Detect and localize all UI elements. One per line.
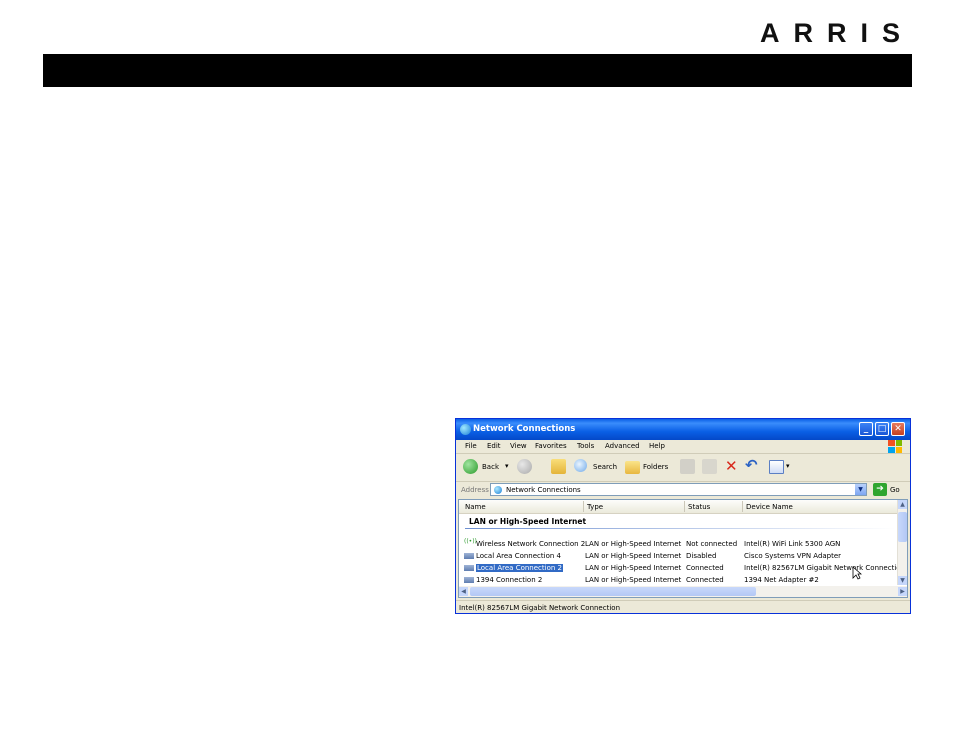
menu-favorites[interactable]: Favorites [535, 442, 567, 450]
menu-file[interactable]: File [465, 442, 477, 450]
horizontal-scrollbar[interactable]: ◀ ▶ [459, 586, 907, 597]
connection-status: Not connected [686, 540, 738, 548]
go-button[interactable]: Go [890, 486, 900, 494]
menu-help[interactable]: Help [649, 442, 665, 450]
menu-tools[interactable]: Tools [577, 442, 594, 450]
back-arrow-icon [463, 459, 478, 474]
go-arrow-icon[interactable]: ➔ [873, 483, 887, 496]
column-status[interactable]: Status [688, 503, 710, 511]
back-dropdown-icon[interactable]: ▾ [505, 462, 509, 470]
connection-status: Disabled [686, 552, 717, 560]
horizontal-scroll-thumb[interactable] [470, 587, 756, 596]
forward-button[interactable] [517, 459, 533, 475]
network-connections-icon [460, 424, 471, 435]
views-dropdown-icon: ▾ [786, 462, 790, 470]
folders-button[interactable]: Folders [625, 459, 671, 475]
menu-advanced[interactable]: Advanced [605, 442, 640, 450]
column-header: Name Type Status Device Name [459, 500, 900, 514]
windows-logo-icon [888, 440, 902, 453]
connection-type: LAN or High-Speed Internet [585, 564, 682, 572]
address-label: Address [461, 486, 489, 494]
toolbar: Back ▾ Search Folders ✕ ↶ ▾ [456, 454, 910, 482]
connection-name: Local Area Connection 2 [476, 564, 563, 572]
connection-status: Connected [686, 576, 724, 584]
column-name[interactable]: Name [465, 503, 486, 511]
connection-row[interactable]: Local Area Connection 2 LAN or High-Spee… [459, 562, 905, 574]
up-folder-icon [551, 459, 566, 474]
connection-type: LAN or High-Speed Internet [585, 540, 682, 548]
lan-icon [464, 553, 474, 559]
connection-type: LAN or High-Speed Internet [585, 576, 682, 584]
views-button[interactable]: ▾ [769, 459, 795, 475]
delete-button[interactable]: ✕ [724, 457, 738, 475]
search-label: Search [593, 463, 618, 471]
move-to-button[interactable] [680, 459, 695, 475]
column-type[interactable]: Type [587, 503, 603, 511]
vertical-scroll-thumb[interactable] [898, 512, 907, 542]
network-connections-window: Network Connections _ □ ✕ File Edit View… [455, 418, 911, 614]
back-button[interactable]: Back ▾ [463, 459, 511, 475]
close-button[interactable]: ✕ [891, 422, 905, 436]
scroll-left-icon[interactable]: ◀ [459, 587, 468, 596]
search-icon [574, 459, 587, 472]
connection-status: Connected [686, 564, 724, 572]
delete-x-icon: ✕ [725, 457, 738, 475]
search-button[interactable]: Search [574, 459, 620, 475]
column-device-name[interactable]: Device Name [746, 503, 793, 511]
connection-row[interactable]: 1394 Connection 2 LAN or High-Speed Inte… [459, 574, 900, 586]
scroll-up-icon[interactable]: ▲ [898, 500, 907, 509]
network-icon [494, 486, 502, 494]
connection-name: 1394 Connection 2 [476, 576, 543, 584]
menu-bar: File Edit View Favorites Tools Advanced … [456, 440, 910, 454]
connection-device: Intel(R) 82567LM Gigabit Network Connect… [744, 564, 905, 572]
menu-edit[interactable]: Edit [487, 442, 501, 450]
up-folder-button[interactable] [551, 459, 567, 475]
minimize-button[interactable]: _ [859, 422, 873, 436]
move-to-icon [680, 459, 695, 474]
address-bar: Address Network Connections ▼ ➔ Go [456, 482, 910, 497]
address-input[interactable]: Network Connections ▼ [490, 483, 867, 496]
connection-row[interactable]: ((•)) Wireless Network Connection 2 LAN … [459, 538, 900, 550]
copy-to-button[interactable] [702, 459, 717, 475]
connections-list: Name Type Status Device Name LAN or High… [458, 499, 908, 598]
menu-view[interactable]: View [510, 442, 527, 450]
status-text: Intel(R) 82567LM Gigabit Network Connect… [459, 604, 620, 612]
undo-icon: ↶ [745, 456, 758, 474]
back-label: Back [482, 463, 499, 471]
scroll-right-icon[interactable]: ▶ [898, 587, 907, 596]
connection-name: Local Area Connection 4 [476, 552, 561, 560]
forward-arrow-icon [517, 459, 532, 474]
lan-icon [464, 577, 474, 583]
wireless-icon: ((•)) [464, 538, 477, 545]
undo-button[interactable]: ↶ [745, 456, 761, 475]
mouse-cursor-icon [852, 566, 862, 580]
copy-to-icon [702, 459, 717, 474]
lan-icon [464, 565, 474, 571]
address-value: Network Connections [506, 486, 581, 494]
status-bar: Intel(R) 82567LM Gigabit Network Connect… [456, 600, 910, 614]
header-bar [43, 54, 912, 87]
window-title: Network Connections [473, 424, 576, 434]
arris-logo: ARRIS [760, 18, 915, 48]
folders-label: Folders [643, 463, 669, 471]
connection-device: Intel(R) WiFi Link 5300 AGN [744, 540, 841, 548]
connection-type: LAN or High-Speed Internet [585, 552, 682, 560]
connection-row[interactable]: Local Area Connection 4 LAN or High-Spee… [459, 550, 900, 562]
title-bar[interactable]: Network Connections _ □ ✕ [456, 419, 910, 440]
views-icon [769, 460, 784, 474]
connection-name: Wireless Network Connection 2 [476, 540, 586, 548]
group-divider [465, 528, 895, 529]
address-dropdown-icon[interactable]: ▼ [855, 484, 866, 495]
group-title: LAN or High-Speed Internet [469, 517, 587, 526]
folders-icon [625, 461, 640, 474]
connection-device: 1394 Net Adapter #2 [744, 576, 819, 584]
connection-device: Cisco Systems VPN Adapter [744, 552, 842, 560]
maximize-button[interactable]: □ [875, 422, 889, 436]
vertical-scrollbar[interactable]: ▲ ▼ [897, 500, 907, 585]
scroll-down-icon[interactable]: ▼ [898, 576, 907, 585]
